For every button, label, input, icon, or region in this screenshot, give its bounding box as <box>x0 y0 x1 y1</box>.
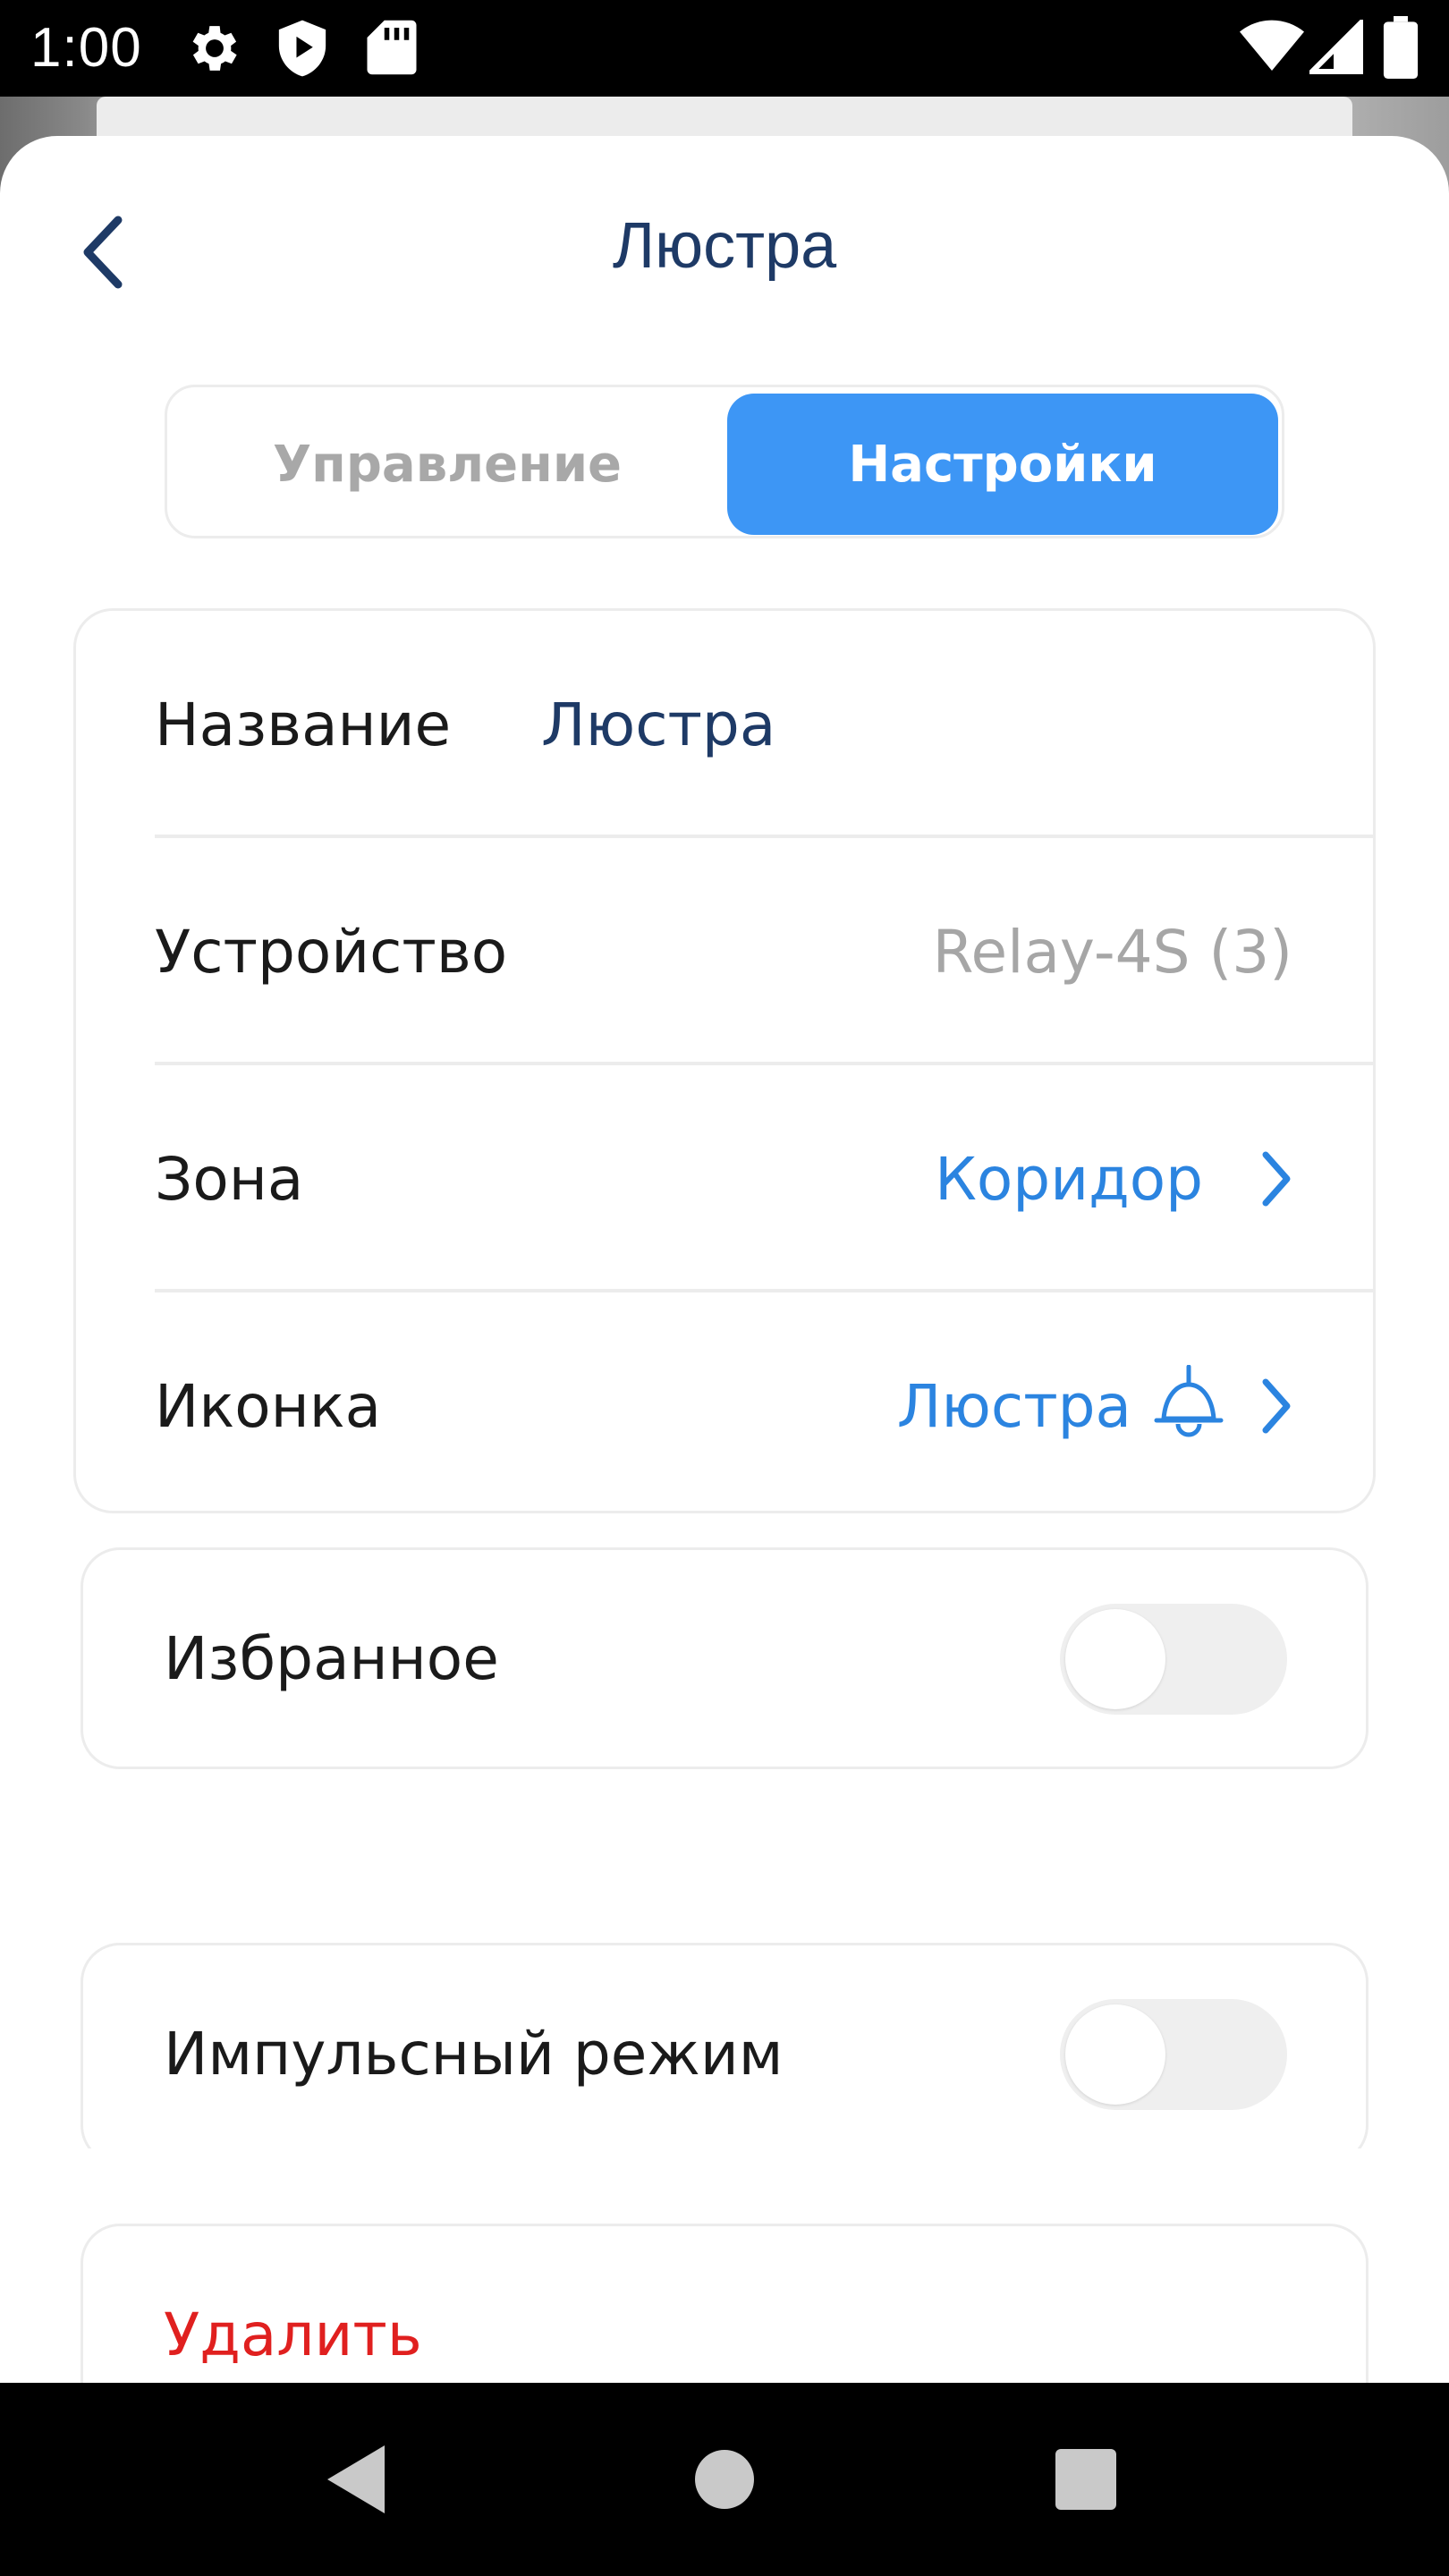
tab-control[interactable]: Управление <box>174 394 720 535</box>
name-row[interactable]: Название Люстра <box>76 611 1373 838</box>
home-circle-icon <box>695 2450 754 2509</box>
impulse-card: Импульсный режим <box>80 1943 1368 2148</box>
nav-home-button[interactable] <box>671 2426 778 2533</box>
scroll-clip: Импульсный режим <box>80 1943 1368 2148</box>
back-triangle-icon <box>327 2445 385 2513</box>
impulse-label: Импульсный режим <box>164 2019 784 2089</box>
battery-icon <box>1383 16 1419 82</box>
name-label: Название <box>155 690 452 759</box>
navigation-bar <box>0 2383 1449 2576</box>
chevron-right-icon <box>1260 1149 1292 1208</box>
toggle-knob <box>1065 2004 1165 2105</box>
gear-icon <box>184 18 245 82</box>
icon-row[interactable]: Иконка Люстра <box>76 1292 1373 1520</box>
chevron-right-icon <box>1260 1377 1292 1436</box>
settings-sheet: Люстра Управление Настройки Название Люс… <box>0 136 1449 2445</box>
impulse-toggle[interactable] <box>1060 1999 1287 2110</box>
zone-label: Зона <box>155 1144 304 1214</box>
favorite-card: Избранное <box>80 1547 1368 1769</box>
recents-square-icon <box>1055 2449 1116 2510</box>
zone-selector[interactable]: Коридор <box>935 1065 1292 1292</box>
zone-value: Коридор <box>935 1144 1203 1214</box>
settings-card: Название Люстра Устройство Relay-4S (3) … <box>73 608 1376 1513</box>
name-value[interactable]: Люстра <box>541 611 775 838</box>
wifi-icon <box>1240 20 1304 77</box>
sd-card-icon <box>367 18 417 80</box>
signal-icon <box>1305 16 1363 79</box>
nav-recents-button[interactable] <box>1032 2426 1140 2533</box>
icon-label: Иконка <box>155 1371 382 1441</box>
device-row: Устройство Relay-4S (3) <box>76 838 1373 1065</box>
favorite-label: Избранное <box>164 1623 499 1693</box>
page-title: Люстра <box>612 210 837 282</box>
chandelier-icon <box>1153 1365 1224 1447</box>
tab-settings[interactable]: Настройки <box>727 394 1278 535</box>
shield-play-icon <box>274 18 331 82</box>
header: Люстра <box>0 136 1449 333</box>
icon-value: Люстра <box>896 1371 1131 1441</box>
device-label: Устройство <box>155 917 508 987</box>
status-time: 1:00 <box>30 17 142 79</box>
status-bar: 1:00 <box>0 0 1449 97</box>
toggle-knob <box>1065 1609 1165 1709</box>
icon-selector[interactable]: Люстра <box>897 1292 1292 1520</box>
zone-row[interactable]: Зона Коридор <box>76 1065 1373 1292</box>
tab-switcher: Управление Настройки <box>165 385 1284 538</box>
favorite-toggle[interactable] <box>1060 1604 1287 1715</box>
device-value: Relay-4S (3) <box>932 917 1292 987</box>
nav-back-button[interactable] <box>304 2426 411 2533</box>
